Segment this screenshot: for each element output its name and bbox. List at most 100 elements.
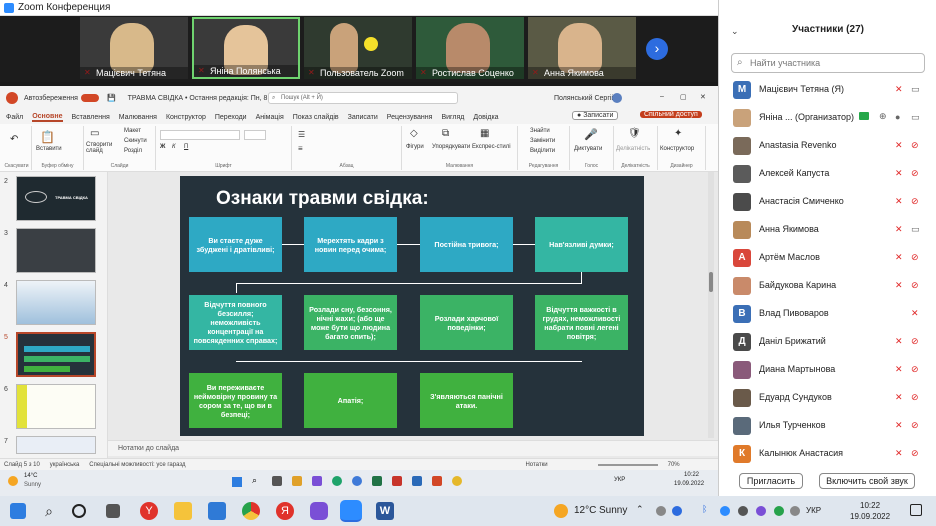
camera-off-icon[interactable]: ⊘ [911, 140, 919, 151]
mic-muted-icon[interactable]: ✕ [911, 308, 919, 319]
inner-app-icon[interactable] [432, 476, 442, 486]
select-button[interactable]: Виділити [530, 148, 555, 154]
slide-thumbnail[interactable] [16, 436, 96, 454]
autosave-toggle[interactable] [80, 94, 99, 102]
slide-canvas[interactable]: Ознаки травми свідка: Ви стаєте дуже збу… [180, 176, 644, 436]
tray-app-icon[interactable] [720, 506, 730, 516]
new-slide-icon[interactable]: ▭ [90, 128, 99, 139]
tray-app-icon[interactable] [790, 506, 800, 516]
slide-thumbnail[interactable] [16, 384, 96, 429]
zoom-level[interactable]: 70% [668, 462, 680, 468]
replace-button[interactable]: Замінити [530, 138, 555, 144]
symptom-box[interactable]: Постійна тривога; [420, 217, 513, 272]
section-button[interactable]: Розділ [124, 148, 142, 154]
symptom-box[interactable]: Апатія; [304, 373, 397, 428]
new-slide-label[interactable]: Створити слайд [86, 142, 116, 154]
ppt-close-button[interactable]: ✕ [700, 93, 706, 101]
inner-app-icon[interactable] [372, 476, 382, 486]
taskbar-clock[interactable]: 10:22 19.09.2022 [850, 500, 890, 522]
menu-draw[interactable]: Малювання [119, 114, 157, 121]
menu-help[interactable]: Довідка [473, 114, 498, 121]
start-icon[interactable] [10, 503, 26, 519]
participant-row[interactable]: Д Даніл Брижатий ✕ ⊘ [719, 328, 936, 356]
symptom-box[interactable]: Ви стаєте дуже збуджені і дратівливі; [189, 217, 282, 272]
camera-icon[interactable]: ▭ [911, 224, 920, 235]
tray-app-icon[interactable] [656, 506, 666, 516]
mic-muted-icon[interactable]: ✕ [895, 224, 903, 235]
paste-label[interactable]: Вставити [36, 146, 62, 152]
tray-app-icon[interactable] [738, 506, 748, 516]
video-tile-active-speaker[interactable]: ✕ Яніна Полянська [192, 17, 300, 79]
inner-app-icon[interactable] [272, 476, 282, 486]
slide-thumbnail[interactable] [16, 280, 96, 325]
inner-app-icon[interactable] [312, 476, 322, 486]
viber-icon[interactable] [310, 502, 328, 520]
notes-pane[interactable]: Нотатки до слайда [108, 440, 718, 456]
inner-app-icon[interactable] [452, 476, 462, 486]
tray-app-icon[interactable] [774, 506, 784, 516]
tray-chevron-icon[interactable]: ⌃ [636, 504, 644, 515]
camera-off-icon[interactable]: ⊘ [911, 336, 919, 347]
participant-row[interactable]: Анна Якимова ✕ ▭ [719, 216, 936, 244]
dictate-label[interactable]: Диктувати [574, 146, 602, 152]
font-size-select[interactable] [244, 130, 266, 140]
mail-icon[interactable] [208, 502, 226, 520]
sensitivity-icon[interactable]: 🛡 [628, 128, 641, 139]
language-indicator[interactable]: УКР [806, 506, 821, 515]
camera-off-icon[interactable]: ⊘ [911, 196, 919, 207]
search-box[interactable]: ⌕ Пошук (Alt + Й) [268, 92, 458, 104]
participant-row[interactable]: Байдукова Карина ✕ ⊘ [719, 272, 936, 300]
mic-muted-icon[interactable]: ✕ [895, 420, 903, 431]
undo-icon[interactable]: ↶ [10, 134, 18, 145]
inner-lang[interactable]: УКР [614, 477, 625, 483]
designer-label[interactable]: Конструктор [660, 146, 694, 152]
shapes-icon[interactable]: ◇ [410, 128, 418, 139]
symptom-box[interactable]: Відчуття важкості в грудях, неможливості… [535, 295, 628, 350]
next-page-arrow-icon[interactable]: › [646, 38, 668, 60]
inner-app-icon[interactable] [412, 476, 422, 486]
symptom-box[interactable]: Мерехтять кадри з новин перед очима; [304, 217, 397, 272]
paste-icon[interactable]: 📋 [40, 130, 55, 144]
slide-thumbnail-selected[interactable] [16, 332, 96, 377]
scrollbar-thumb[interactable] [709, 272, 713, 292]
symptom-box[interactable]: Відчуття повного безсилля; неможливість … [189, 295, 282, 350]
menu-insert[interactable]: Вставлення [72, 114, 110, 121]
share-button[interactable]: Спільний доступ [640, 111, 702, 118]
mic-muted-icon[interactable]: ✕ [895, 448, 903, 459]
unmute-button[interactable]: Включить свой звук [819, 473, 915, 489]
participant-row[interactable]: Яніна ... (Организатор) ⊕ ● ▭ [719, 104, 936, 132]
chrome-icon[interactable] [242, 502, 260, 520]
tray-app-icon[interactable] [756, 506, 766, 516]
inner-app-icon[interactable] [332, 476, 342, 486]
menu-design[interactable]: Конструктор [166, 114, 206, 121]
styles-label[interactable]: Експрес-стилі [472, 144, 511, 150]
find-button[interactable]: Знайти [530, 128, 550, 134]
designer-icon[interactable]: ✦ [674, 128, 682, 139]
video-tile[interactable]: ✕ Ростислав Соценко [416, 17, 524, 79]
symptom-box[interactable]: Розлади сну, безсоння, нічні жахи; (або … [304, 295, 397, 350]
save-icon[interactable]: 💾 [107, 94, 116, 102]
camera-off-icon[interactable]: ⊘ [911, 420, 919, 431]
inner-app-icon[interactable] [352, 476, 362, 486]
camera-icon[interactable]: ▭ [911, 112, 920, 123]
mic-muted-icon[interactable]: ✕ [895, 196, 903, 207]
menu-view[interactable]: Вигляд [441, 114, 464, 121]
microphone-icon[interactable]: 🎤 [584, 128, 598, 141]
participant-row[interactable]: Диана Мартынова ✕ ⊘ [719, 356, 936, 384]
invite-button[interactable]: Пригласить [739, 473, 803, 489]
user-avatar[interactable] [612, 93, 622, 103]
camera-off-icon[interactable]: ⊘ [911, 280, 919, 291]
symptom-box[interactable]: Нав'язливі думки; [535, 217, 628, 272]
menu-animations[interactable]: Анімація [256, 114, 284, 121]
mic-muted-icon[interactable]: ✕ [895, 252, 903, 263]
widgets-icon[interactable] [106, 504, 120, 518]
slide-thumbnail[interactable]: ТРАВМА СВІДКА [16, 176, 96, 221]
participant-row[interactable]: М Мацієвич Тетяна (Я) ✕ ▭ [719, 76, 936, 104]
notes-toggle[interactable]: Нотатки [525, 462, 547, 468]
zoom-slider[interactable] [597, 463, 658, 466]
camera-icon[interactable]: ▭ [911, 84, 920, 95]
bullets-icon[interactable]: ☰ [298, 130, 305, 139]
mic-muted-icon[interactable]: ✕ [895, 364, 903, 375]
mic-muted-icon[interactable]: ✕ [895, 392, 903, 403]
symptom-box[interactable]: З'являються панічні атаки. [420, 373, 513, 428]
